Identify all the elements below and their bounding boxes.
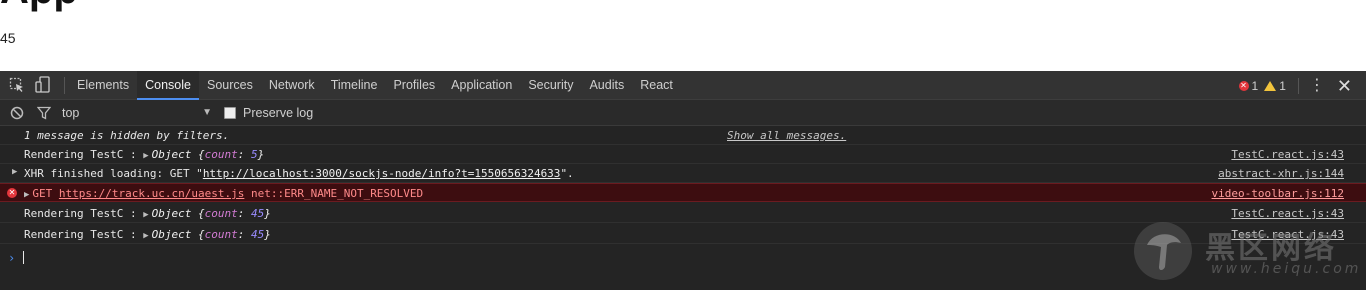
tab-elements[interactable]: Elements (69, 71, 137, 100)
console-message: Rendering TestC : ▶ Object {count: 5} Tes… (0, 145, 1366, 164)
source-link[interactable]: TestC.react.js:43 (1231, 148, 1344, 161)
object-value: 45 (251, 228, 265, 241)
object-key: count (204, 148, 238, 161)
error-prefix: GET (32, 187, 59, 200)
expand-arrow-icon[interactable]: ▶ (143, 210, 148, 220)
object-label[interactable]: Object (152, 148, 192, 161)
source-link[interactable]: TestC.react.js:43 (1231, 207, 1344, 220)
source-link[interactable]: abstract-xhr.js:144 (1218, 167, 1344, 180)
expand-arrow-icon[interactable]: ▶ (12, 167, 17, 177)
warning-icon[interactable] (1264, 80, 1277, 91)
log-prefix: Rendering TestC : (24, 207, 144, 220)
dropdown-arrow-icon: ▼ (202, 107, 212, 118)
context-selector[interactable]: top ▼ (62, 100, 212, 126)
console-prompt-icon: › (8, 251, 16, 265)
show-all-messages-link[interactable]: Show all messages. (727, 129, 846, 142)
object-label[interactable]: Object (152, 207, 192, 220)
error-icon: ✕ (7, 188, 17, 198)
xhr-suffix: ". (560, 167, 574, 180)
status-divider (1297, 77, 1299, 94)
watermark: 黑区网络 www.heiqu.com (1133, 221, 1359, 281)
tab-timeline[interactable]: Timeline (323, 71, 386, 100)
watermark-url: www.heiqu.com (1211, 261, 1362, 277)
page-content: App 45 (0, 0, 1366, 71)
devtools-toolbar: Elements Console Sources Network Timelin… (0, 71, 1366, 100)
devtools-panel: Elements Console Sources Network Timelin… (0, 71, 1366, 290)
filter-icon[interactable] (35, 104, 53, 122)
tab-audits[interactable]: Audits (581, 71, 632, 100)
xhr-message: XHR finished loading: GET "http://localh… (24, 167, 574, 180)
object-value: 45 (251, 207, 265, 220)
object-key: count (204, 207, 238, 220)
log-message: Rendering TestC : ▶ Object {count: 45} (24, 228, 271, 241)
error-suffix: net::ERR_NAME_NOT_RESOLVED (244, 187, 424, 200)
tab-application[interactable]: Application (443, 71, 520, 100)
clear-console-icon[interactable] (8, 104, 26, 122)
inspect-element-icon[interactable] (8, 76, 26, 94)
console-error-message: ✕ ▶ GET https://track.uc.cn/uaest.js net:… (0, 183, 1366, 202)
watermark-logo-icon (1134, 222, 1192, 280)
preserve-log-label: Preserve log (243, 106, 314, 120)
xhr-prefix: XHR finished loading: GET " (24, 167, 203, 180)
hidden-messages-note: 1 message is hidden by filters. (24, 129, 230, 142)
tab-react[interactable]: React (632, 71, 681, 100)
hidden-messages-row: 1 message is hidden by filters. Show all… (0, 126, 1366, 145)
log-message: Rendering TestC : ▶ Object {count: 5} (24, 148, 265, 161)
error-count[interactable]: 1 (1252, 79, 1259, 93)
preserve-log-checkbox[interactable] (224, 107, 236, 119)
more-options-icon[interactable]: ⋮ (1309, 77, 1325, 94)
context-selector-value: top (62, 106, 80, 120)
preserve-log-toggle[interactable]: Preserve log (224, 100, 313, 126)
object-label[interactable]: Object (152, 228, 192, 241)
tab-profiles[interactable]: Profiles (385, 71, 443, 100)
error-url-link[interactable]: https://track.uc.cn/uaest.js (59, 187, 244, 200)
status-area: ✕ 1 1 ⋮ ✕ (1238, 71, 1352, 100)
panel-tabs: Elements Console Sources Network Timelin… (69, 71, 681, 100)
source-link[interactable]: video-toolbar.js:112 (1212, 187, 1344, 200)
tab-console[interactable]: Console (137, 71, 199, 100)
tab-security[interactable]: Security (520, 71, 581, 100)
object-value: 5 (251, 148, 258, 161)
toolbar-divider (64, 77, 65, 94)
object-key: count (204, 228, 238, 241)
tab-sources[interactable]: Sources (199, 71, 261, 100)
log-prefix: Rendering TestC : (24, 148, 144, 161)
console-filter-bar: top ▼ Preserve log (0, 100, 1366, 126)
log-prefix: Rendering TestC : (24, 228, 144, 241)
console-message: ▶ XHR finished loading: GET "http://loca… (0, 164, 1366, 183)
counter-value: 45 (0, 30, 16, 46)
error-message: ▶ GET https://track.uc.cn/uaest.js net::E… (24, 187, 423, 200)
device-mode-icon[interactable] (34, 76, 52, 94)
console-input[interactable] (23, 251, 24, 264)
close-icon[interactable]: ✕ (1337, 77, 1352, 95)
page-heading: App (0, 0, 78, 10)
xhr-url-link[interactable]: http://localhost:3000/sockjs-node/info?t… (203, 167, 561, 180)
tab-network[interactable]: Network (261, 71, 323, 100)
expand-arrow-icon[interactable]: ▶ (143, 151, 148, 161)
error-icon[interactable]: ✕ (1238, 80, 1249, 91)
expand-arrow-icon[interactable]: ▶ (143, 231, 148, 241)
warning-count[interactable]: 1 (1279, 79, 1286, 93)
expand-arrow-icon[interactable]: ▶ (24, 190, 29, 200)
log-message: Rendering TestC : ▶ Object {count: 45} (24, 207, 271, 220)
